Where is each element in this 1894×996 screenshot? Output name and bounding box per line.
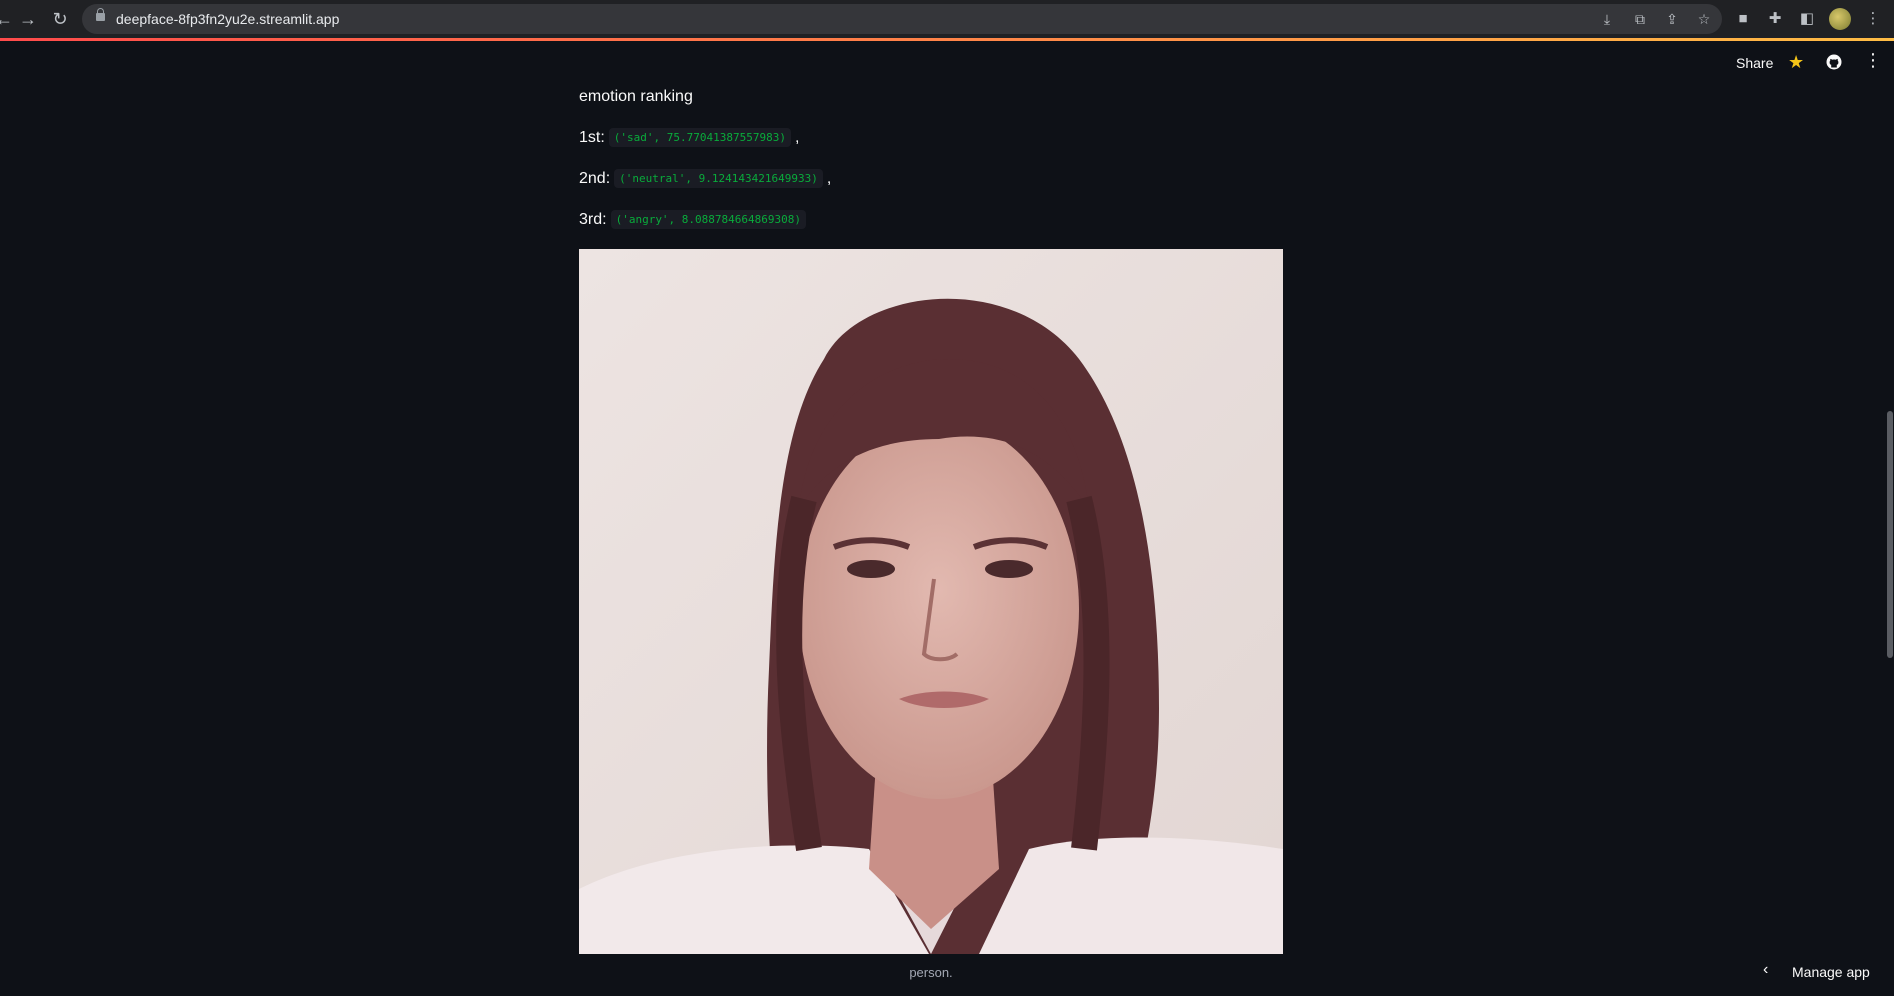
rank-value: ('sad', 75.77041387557983) <box>608 128 791 147</box>
rank-value: ('angry', 8.088784664869308) <box>610 210 807 229</box>
rank-suffix: , <box>826 170 832 187</box>
share-page-icon[interactable]: ⇪ <box>1662 9 1682 29</box>
browser-menu-icon[interactable]: ⋮ <box>1862 8 1884 30</box>
browser-toolbar: ← → ↻ deepface-8fp3fn2yu2e.streamlit.app… <box>0 0 1894 39</box>
emotion-ranking-heading: emotion ranking <box>579 88 693 105</box>
chevron-left-icon[interactable]: ‹ <box>1763 961 1768 979</box>
app-menu-icon[interactable]: ⋮ <box>1864 50 1882 71</box>
side-panel-icon[interactable]: ◧ <box>1796 8 1818 30</box>
rank-value: ('neutral', 9.124143421649933) <box>614 169 823 188</box>
back-arrow-icon[interactable]: ← <box>0 7 16 31</box>
manage-app-button[interactable]: Manage app <box>1792 964 1870 980</box>
streamlit-decoration-bar <box>0 38 1894 41</box>
scrollbar-thumb[interactable] <box>1887 411 1893 658</box>
extension-square-icon[interactable]: ■ <box>1732 8 1754 30</box>
install-app-icon[interactable]: ⤓ <box>1597 9 1617 29</box>
rank-label: 2nd: <box>579 170 611 187</box>
star-icon[interactable]: ★ <box>1788 52 1804 73</box>
ranking-row-1: 1st: ('sad', 75.77041387557983), <box>579 126 1283 150</box>
rank-label: 1st: <box>579 129 605 146</box>
ranking-row-3: 3rd: ('angry', 8.088784664869308) <box>579 208 1283 232</box>
forward-arrow-icon[interactable]: → <box>16 7 40 31</box>
lock-icon <box>96 8 105 21</box>
translate-icon[interactable]: ⧉ <box>1630 9 1650 29</box>
profile-avatar[interactable] <box>1829 8 1851 30</box>
address-bar[interactable]: deepface-8fp3fn2yu2e.streamlit.app ⤓ ⧉ ⇪… <box>82 4 1722 34</box>
ranking-row-2: 2nd: ('neutral', 9.124143421649933), <box>579 167 1283 191</box>
extensions-puzzle-icon[interactable]: ✚ <box>1764 8 1786 30</box>
url-text[interactable]: deepface-8fp3fn2yu2e.streamlit.app <box>116 11 339 27</box>
main-content: emotion ranking 1st: ('sad', 75.770413875… <box>579 85 1283 232</box>
github-icon[interactable] <box>1826 54 1842 70</box>
portrait-illustration <box>579 249 1283 954</box>
rank-suffix: , <box>794 129 800 146</box>
reload-icon[interactable]: ↻ <box>48 7 72 31</box>
rank-label: 3rd: <box>579 211 607 228</box>
bookmark-star-icon[interactable]: ☆ <box>1694 9 1714 29</box>
share-button[interactable]: Share <box>1736 55 1773 71</box>
person-photo <box>579 249 1283 954</box>
image-caption: person. <box>909 965 953 980</box>
